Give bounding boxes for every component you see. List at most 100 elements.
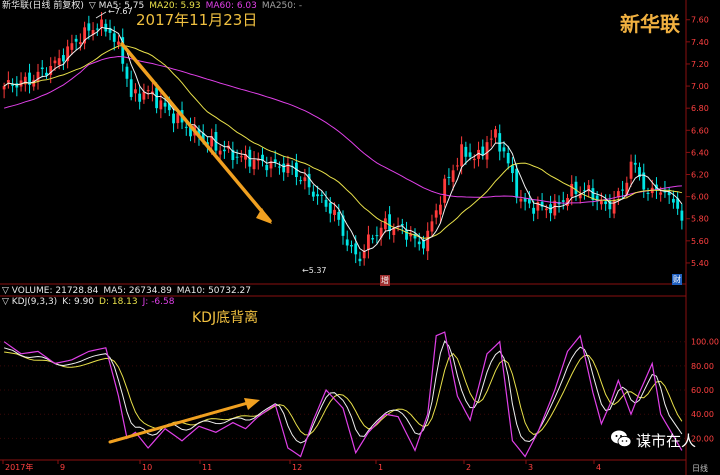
- candle-body: [282, 163, 286, 173]
- candle-body: [659, 192, 663, 195]
- candle-body: [599, 200, 603, 205]
- candle-body: [265, 164, 269, 171]
- candle-body: [443, 178, 447, 203]
- date-tick-label: 4: [596, 463, 601, 472]
- candle-body: [532, 207, 536, 214]
- candle-body: [367, 234, 370, 250]
- date-tick-label: 11: [202, 463, 212, 472]
- price-tick-label: 6.00: [691, 193, 709, 202]
- price-tick-label: 6.80: [691, 104, 709, 113]
- candle-body: [511, 165, 514, 174]
- candle-body: [328, 202, 332, 214]
- high-marker-pointer: [95, 11, 107, 19]
- candle-body: [621, 189, 624, 191]
- brand-watermark: 新华联: [620, 12, 680, 36]
- candle-body: [519, 198, 523, 202]
- price-tick-label: 7.20: [691, 60, 709, 69]
- candle-body: [489, 138, 493, 140]
- low-price-marker: ←5.37: [302, 266, 327, 275]
- cai-event-marker: 财: [672, 274, 682, 285]
- candle-body: [222, 149, 226, 152]
- kdj-panel-header: ▽ KDJ(9,3,3) K: 9.90 D: 18.13 J: -6.58: [2, 297, 179, 308]
- kdj-name-label: ▽ KDJ(9,3,3): [2, 297, 58, 307]
- candle-body: [439, 204, 442, 215]
- candle-body: [172, 113, 175, 124]
- candle-body: [570, 183, 574, 197]
- period-label: 日线: [692, 464, 708, 473]
- price-tick-label: 5.60: [691, 237, 709, 246]
- price-tick-label: 5.40: [691, 259, 709, 268]
- candle-body: [129, 79, 133, 97]
- candle-body: [146, 90, 150, 92]
- candle-body: [218, 150, 222, 155]
- ma20-line: [3, 45, 683, 239]
- candle-body: [155, 87, 159, 109]
- candle-body: [40, 67, 44, 70]
- candle-body: [604, 201, 608, 205]
- candle-body: [324, 199, 328, 207]
- candle-body: [426, 230, 430, 252]
- ma250-label: MA250: -: [261, 1, 303, 11]
- candle-body: [100, 19, 103, 28]
- candle-body: [544, 208, 548, 211]
- high-price-marker: ←7.67: [108, 7, 133, 16]
- candle-body: [53, 60, 57, 64]
- candle-body: [680, 210, 684, 221]
- wechat-icon: [610, 428, 632, 450]
- candle-body: [307, 173, 311, 188]
- kdj-trend-arrowhead: [244, 398, 260, 410]
- volume-panel-header: ▽ VOLUME: 21728.84 MA5: 26734.89 MA10: 507…: [2, 286, 256, 297]
- candle-body: [430, 221, 434, 232]
- kdj-trend-arrow: [108, 399, 257, 444]
- candle-body: [451, 170, 455, 182]
- ma60-line: [3, 55, 682, 204]
- date-tick-label: 12: [292, 463, 302, 472]
- zeng-event-marker: 增: [380, 275, 390, 286]
- price-tick-label: 6.20: [691, 171, 709, 180]
- price-tick-label: 7.00: [691, 82, 709, 91]
- kdj-tick-label: 60.00: [691, 386, 714, 395]
- date-tick-label: 1: [378, 463, 383, 472]
- candle-body: [434, 210, 438, 218]
- price-trend-arrow: [120, 42, 272, 223]
- candle-body: [337, 212, 341, 220]
- volume-label: ▽ VOLUME: 21728.84: [2, 286, 99, 296]
- candle-body: [400, 223, 404, 226]
- candle-body: [62, 55, 65, 62]
- candle-body: [494, 129, 497, 138]
- candle-body: [239, 156, 243, 158]
- candle-body: [417, 241, 421, 245]
- candle-body: [70, 43, 74, 50]
- candle-body: [2, 86, 6, 90]
- candle-body: [612, 199, 616, 214]
- candle-body: [354, 243, 358, 255]
- candle-body: [447, 176, 451, 178]
- stock-chart-svg: 7.60 7.40 7.20 7.00 6.80 6.60 6.40 6.20 6.00 5.80…: [0, 0, 719, 475]
- candle-body: [138, 93, 142, 102]
- candle-body: [672, 198, 675, 203]
- candle-body: [498, 133, 502, 152]
- candle-body: [273, 159, 277, 163]
- candle-body: [472, 158, 476, 161]
- candle-body: [303, 177, 307, 182]
- candle-body: [74, 38, 78, 42]
- candle-body: [455, 165, 459, 167]
- candle-body: [388, 214, 391, 232]
- kdj-tick-label: 40.00: [691, 410, 714, 419]
- candle-body: [405, 229, 408, 240]
- date-tick-label: 10: [142, 463, 152, 472]
- stock-name-label: 新华联(日线 前复权): [2, 1, 84, 11]
- candle-body: [95, 28, 99, 30]
- candle-body: [371, 238, 375, 240]
- candle-body: [311, 191, 315, 197]
- candle-body: [464, 146, 468, 157]
- price-tick-label: 6.40: [691, 148, 709, 157]
- candle-body: [629, 161, 633, 179]
- candle-body: [286, 163, 290, 174]
- vol-ma10-label: MA10: 50732.27: [176, 286, 252, 296]
- kdj-d-label: D: 18.13: [99, 297, 138, 307]
- kdj-k-line: [3, 340, 683, 444]
- kdj-d-line: [4, 351, 683, 436]
- candle-body: [502, 147, 506, 152]
- price-trend-arrowhead: [256, 208, 272, 224]
